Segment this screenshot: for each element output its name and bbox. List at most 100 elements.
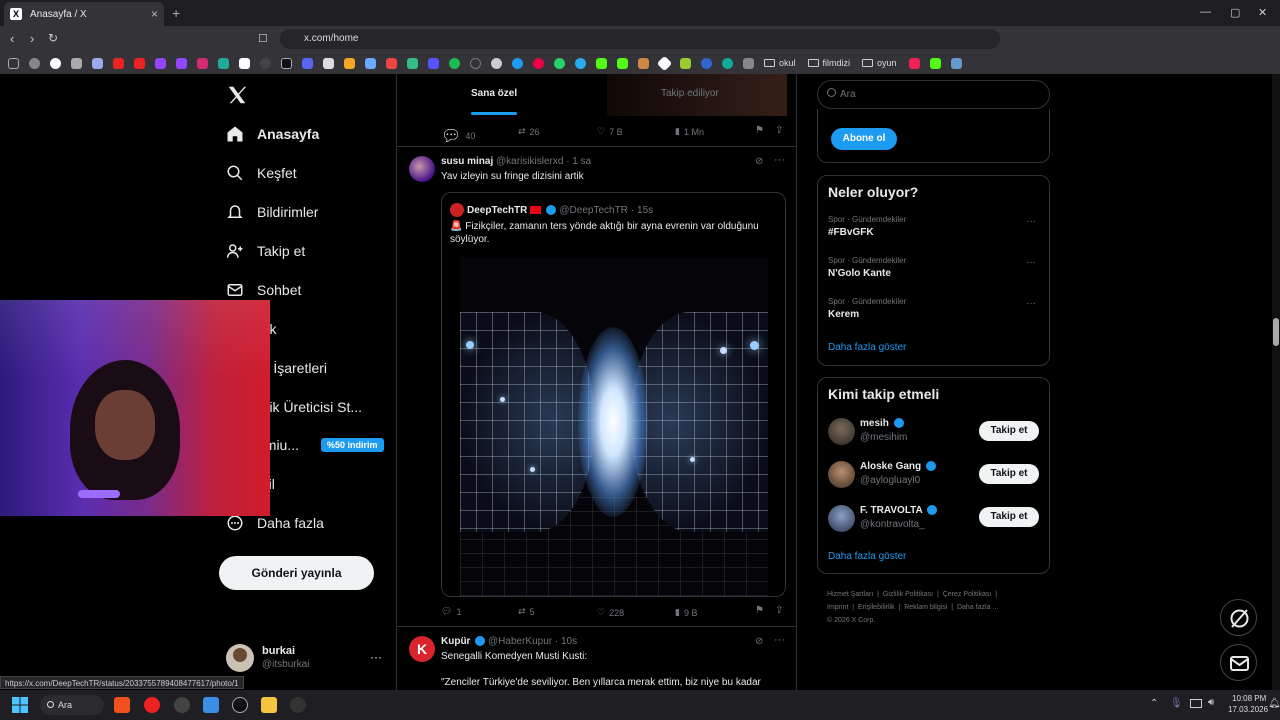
- instagram-icon[interactable]: [197, 57, 208, 69]
- views-button[interactable]: ▮ 1 Mn: [675, 126, 704, 137]
- bookmark-icon[interactable]: [344, 57, 355, 69]
- windows-start-icon[interactable]: [12, 697, 28, 713]
- nav-explore[interactable]: Keşfet: [226, 161, 297, 185]
- author-name[interactable]: Kupür: [441, 636, 470, 647]
- like-button[interactable]: ♡ 228: [597, 607, 624, 618]
- nav-notifications[interactable]: Bildirimler: [226, 200, 318, 224]
- youtube-icon[interactable]: [134, 57, 145, 69]
- google-icon[interactable]: [50, 57, 61, 69]
- quote-tweet[interactable]: DeepTechTR @DeepTechTR · 15s 🚨 Fizikçile…: [441, 192, 786, 597]
- nav-creator-studio[interactable]: erik Üreticisi St...: [257, 395, 362, 419]
- maximize-icon[interactable]: ▢: [1230, 6, 1240, 19]
- retweet-button[interactable]: ⇄ 5: [518, 606, 535, 617]
- bookmark-icon[interactable]: [512, 57, 523, 69]
- bookmark-icon[interactable]: [365, 57, 376, 69]
- kick-icon[interactable]: [617, 57, 628, 69]
- retweet-button[interactable]: ⇄ 26: [518, 126, 540, 137]
- avatar[interactable]: [828, 418, 855, 445]
- grok-app-icon[interactable]: [232, 697, 248, 713]
- bookmark-icon[interactable]: ⚑: [755, 125, 764, 136]
- bookmark-icon[interactable]: [218, 57, 229, 69]
- url-field[interactable]: x.com/home: [280, 29, 1000, 49]
- footer-link[interactable]: Hizmet Şartları: [827, 591, 873, 598]
- bookmark-icon[interactable]: [701, 57, 712, 69]
- subscribe-button[interactable]: Abone ol: [831, 128, 897, 150]
- bookmark-icon[interactable]: [71, 57, 82, 69]
- volume-icon[interactable]: 🔊︎: [1208, 697, 1214, 708]
- post-button[interactable]: Gönderi yayınla: [219, 556, 374, 590]
- whatsapp-icon[interactable]: [554, 57, 565, 69]
- footer-link[interactable]: Çerez Politikası: [943, 591, 992, 598]
- new-tab-icon[interactable]: +: [172, 5, 180, 21]
- telegram-icon[interactable]: [575, 57, 586, 69]
- bookmark-icon[interactable]: [428, 57, 439, 69]
- footer-link[interactable]: Daha fazla ...: [957, 604, 998, 611]
- taskbar-search[interactable]: Ara: [40, 695, 104, 715]
- bookmark-icon[interactable]: [260, 57, 271, 69]
- notifications-icon[interactable]: 🔔︎: [1268, 698, 1280, 709]
- tab-for-you[interactable]: Sana özel: [471, 88, 517, 99]
- messages-fab[interactable]: [1220, 644, 1257, 681]
- suggestion-name[interactable]: mesih: [860, 418, 904, 429]
- bookmark-icon[interactable]: [323, 57, 334, 69]
- nav-chat[interactable]: Sohbet: [226, 278, 301, 302]
- share-icon[interactable]: ⇪: [775, 125, 783, 136]
- avatar[interactable]: [828, 461, 855, 488]
- tray-chevron-icon[interactable]: ⌃: [1150, 698, 1158, 709]
- mic-icon[interactable]: 🎙︎: [1170, 698, 1183, 709]
- bookmark-folder-filmdizi[interactable]: filmdizi: [807, 58, 850, 68]
- trends-show-more-link[interactable]: Daha fazla göster: [828, 342, 906, 353]
- avatar[interactable]: [226, 644, 254, 672]
- file-explorer-icon[interactable]: [261, 697, 277, 713]
- spotify-icon[interactable]: [449, 57, 460, 69]
- browser-tab[interactable]: X Anasayfa / X ×: [4, 2, 164, 26]
- nav-home[interactable]: Anasayfa: [226, 122, 319, 146]
- follow-button[interactable]: Takip et: [979, 507, 1039, 527]
- photos-icon[interactable]: [203, 697, 219, 713]
- bookmark-icon[interactable]: [722, 57, 733, 69]
- clock-date[interactable]: 17.03.2026: [1228, 705, 1268, 714]
- x-logo-icon[interactable]: [226, 84, 248, 106]
- bookmark-icon[interactable]: [638, 57, 649, 69]
- trend-more-icon[interactable]: ···: [1026, 257, 1036, 268]
- bookmark-icon[interactable]: [92, 57, 103, 69]
- more-options-icon[interactable]: ···: [774, 634, 785, 646]
- reply-button[interactable]: 💬︎ 40: [441, 126, 475, 146]
- footer-link[interactable]: Gizlilik Politikası: [883, 591, 933, 598]
- footer-link[interactable]: Imprint: [827, 604, 848, 611]
- bookmark-icon[interactable]: [908, 57, 920, 69]
- tweet-time[interactable]: · 10s: [555, 636, 577, 647]
- twitch-icon[interactable]: [176, 57, 187, 69]
- bookmark-icon[interactable]: ⚑: [755, 605, 764, 616]
- grok-fab[interactable]: [1220, 599, 1257, 636]
- tweet-image[interactable]: [460, 257, 768, 596]
- footer-link[interactable]: Erişilebilirlik: [858, 604, 895, 611]
- steam-icon[interactable]: [290, 697, 306, 713]
- bookmark-icon[interactable]: [491, 57, 502, 69]
- bookmark-icon[interactable]: [29, 57, 40, 69]
- grok-icon[interactable]: ⊘: [755, 636, 763, 647]
- close-tab-icon[interactable]: ×: [151, 7, 158, 21]
- brave-icon[interactable]: [114, 697, 130, 713]
- scrollbar-thumb[interactable]: [1273, 318, 1279, 346]
- tab-following[interactable]: Takip ediliyor: [661, 88, 719, 99]
- forward-icon[interactable]: ›: [30, 31, 34, 46]
- follow-button[interactable]: Takip et: [979, 464, 1039, 484]
- discord-icon[interactable]: [302, 57, 313, 69]
- reply-button[interactable]: 💬︎ 1: [441, 606, 461, 617]
- bookmark-folder-oyun[interactable]: oyun: [862, 58, 897, 68]
- nav-follow[interactable]: Takip et: [226, 239, 305, 263]
- follow-show-more-link[interactable]: Daha fazla göster: [828, 551, 906, 562]
- grok-icon[interactable]: ⊘: [755, 156, 763, 167]
- reload-icon[interactable]: ↻: [48, 31, 58, 45]
- bookmark-folder-okul[interactable]: okul: [764, 58, 796, 68]
- tweet-time[interactable]: · 1 sa: [566, 156, 591, 167]
- views-button[interactable]: ▮ 9 B: [675, 607, 697, 618]
- suggestion-name[interactable]: Aloske Gang: [860, 461, 936, 472]
- bookmark-icon[interactable]: [470, 57, 481, 69]
- bookmark-page-icon[interactable]: ☐: [258, 32, 268, 45]
- minimize-icon[interactable]: —: [1200, 6, 1211, 18]
- tiktok-icon[interactable]: [281, 57, 292, 69]
- apps-icon[interactable]: [8, 57, 19, 69]
- bookmark-icon[interactable]: [386, 57, 397, 69]
